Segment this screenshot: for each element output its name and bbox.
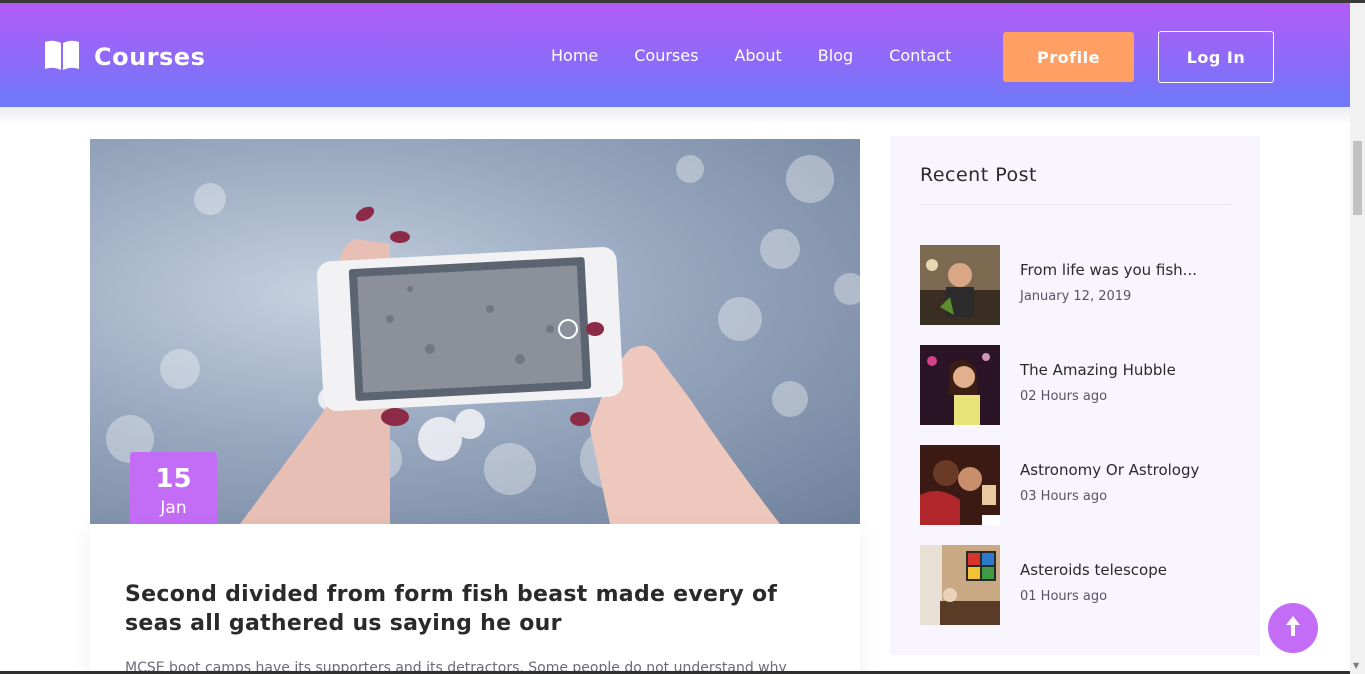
- post-date-day: 15: [155, 464, 192, 494]
- widget-title: Recent Post: [920, 164, 1037, 186]
- recent-post-title[interactable]: Asteroids telescope: [1020, 561, 1167, 579]
- arrow-up-icon: [1285, 615, 1301, 641]
- recent-post-thumbnail[interactable]: [920, 345, 1000, 425]
- nav-link-home[interactable]: Home: [551, 46, 598, 65]
- back-to-top-button[interactable]: [1268, 603, 1318, 653]
- nav-link-courses[interactable]: Courses: [634, 46, 698, 65]
- recent-post-date: January 12, 2019: [1020, 289, 1132, 304]
- brand-logo[interactable]: Courses: [44, 39, 205, 75]
- post-date-month: Jan: [160, 498, 187, 518]
- scrollbar-thumb[interactable]: [1353, 141, 1362, 215]
- main-nav: Home Courses About Blog Contact: [551, 46, 987, 65]
- page-scrollbar[interactable]: ▼: [1350, 3, 1365, 674]
- recent-post-date: 03 Hours ago: [1020, 489, 1108, 504]
- recent-post-item[interactable]: From life was you fish... January 12, 20…: [920, 245, 1240, 325]
- nav-link-blog[interactable]: Blog: [818, 46, 853, 65]
- recent-post-thumbnail[interactable]: [920, 545, 1000, 625]
- recent-post-item[interactable]: Asteroids telescope 01 Hours ago: [920, 545, 1240, 625]
- nav-link-contact[interactable]: Contact: [889, 46, 951, 65]
- recent-post-item[interactable]: The Amazing Hubble 02 Hours ago: [920, 345, 1240, 425]
- login-button[interactable]: Log In: [1158, 31, 1274, 83]
- recent-post-date: 01 Hours ago: [1020, 589, 1108, 604]
- navbar: Courses Home Courses About Blog Contact …: [0, 3, 1350, 107]
- brand-name: Courses: [94, 43, 206, 71]
- scroll-down-arrow-icon[interactable]: ▼: [1353, 661, 1359, 670]
- recent-post-thumbnail[interactable]: [920, 445, 1000, 525]
- recent-post-widget: Recent Post From life was you fish... Ja…: [890, 136, 1260, 655]
- nav-link-about[interactable]: About: [734, 46, 781, 65]
- recent-post-title[interactable]: The Amazing Hubble: [1020, 361, 1176, 379]
- post-title[interactable]: Second divided from form fish beast made…: [125, 580, 815, 638]
- recent-post-thumbnail[interactable]: [920, 245, 1000, 325]
- profile-button[interactable]: Profile: [1003, 32, 1134, 82]
- post-card: Second divided from form fish beast made…: [90, 524, 860, 674]
- open-book-icon: [44, 39, 80, 75]
- recent-post-date: 02 Hours ago: [1020, 389, 1108, 404]
- header-shadow: [0, 107, 1350, 125]
- widget-divider: [920, 204, 1230, 205]
- recent-post-title[interactable]: From life was you fish...: [1020, 261, 1197, 279]
- recent-post-item[interactable]: Astronomy Or Astrology 03 Hours ago: [920, 445, 1240, 525]
- recent-post-title[interactable]: Astronomy Or Astrology: [1020, 461, 1199, 479]
